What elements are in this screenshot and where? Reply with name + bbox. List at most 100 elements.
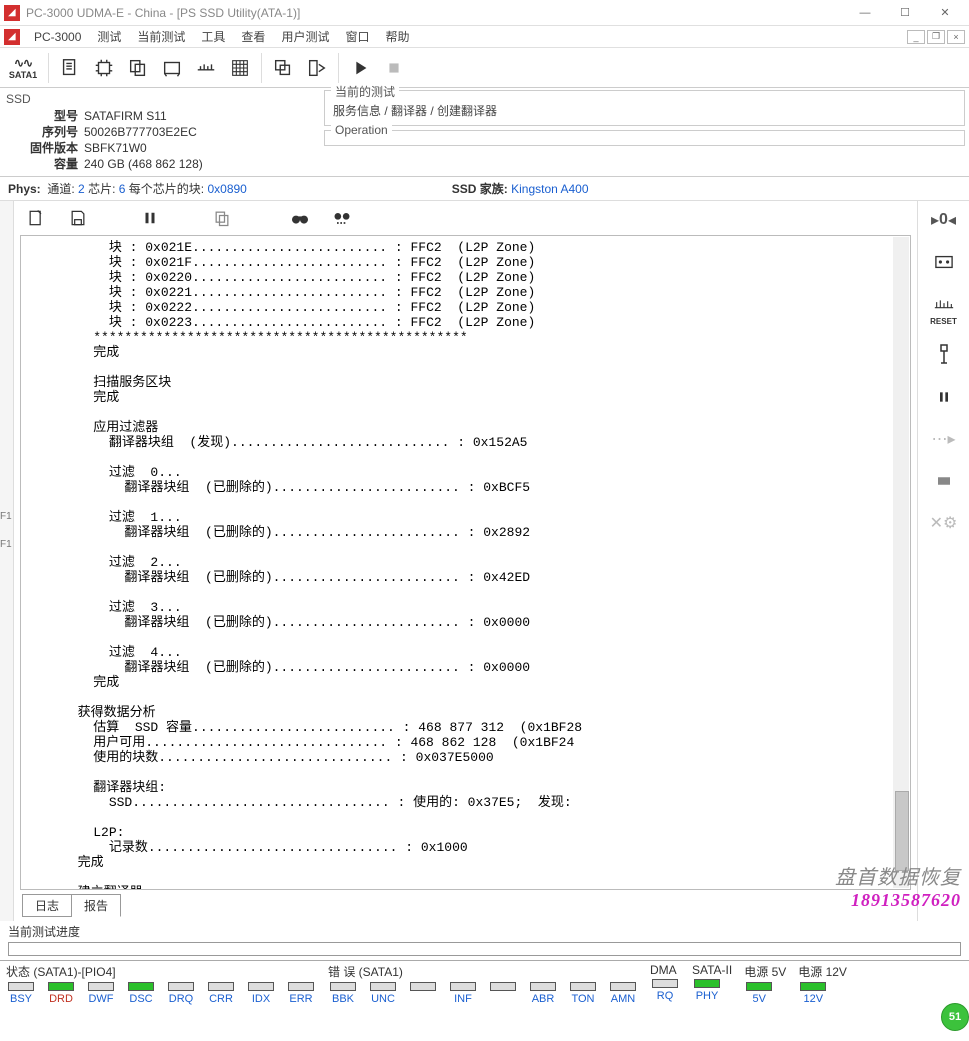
channels-value: 2 <box>78 182 85 196</box>
status-dma-title: DMA <box>650 963 680 977</box>
chip-small-icon[interactable] <box>929 468 959 494</box>
save-icon[interactable] <box>66 206 90 230</box>
status-sata2-title: SATA-II <box>692 963 732 977</box>
status-led-ERR: ERR <box>286 982 316 1005</box>
right-toolbar: ▸0◂ RESET ⋯▸ ✕⚙ <box>917 201 969 921</box>
operation-box: Operation <box>324 130 965 146</box>
tab-log[interactable]: 日志 <box>22 894 72 917</box>
stop-icon[interactable] <box>377 51 411 85</box>
log-toolbar <box>14 201 917 235</box>
serial-label: 序列号 <box>6 124 78 140</box>
progress-section: 当前测试进度 <box>0 921 969 960</box>
blocks-label: 每个芯片的块: <box>129 180 204 197</box>
current-test-breadcrumb: 服务信息 / 翻译器 / 创建翻译器 <box>325 102 964 125</box>
mdi-close-button[interactable]: × <box>947 30 965 44</box>
status-bar: 状态 (SATA1)-[PIO4] BSYDRDDWFDSCDRQCRRIDXE… <box>0 960 969 1005</box>
device-group-title: SSD <box>6 92 314 106</box>
ruler-icon[interactable] <box>189 51 223 85</box>
chip-icon[interactable] <box>87 51 121 85</box>
usb-icon[interactable] <box>929 342 959 368</box>
capacity-label: 容量 <box>6 156 78 172</box>
device-info-left: SSD 型号SATAFIRM S11 序列号50026B777703E2EC 固… <box>0 88 320 176</box>
log-tabs: 日志 报告 <box>14 890 917 921</box>
menu-help[interactable]: 帮助 <box>377 26 417 47</box>
menu-view[interactable]: 查看 <box>233 26 273 47</box>
menu-bar: ◢ PC-3000 测试 当前测试 工具 查看 用户测试 窗口 帮助 _ ❐ × <box>0 26 969 48</box>
sata-port-button[interactable]: ∿∿ SATA1 <box>2 51 44 85</box>
current-test-title: 当前的测试 <box>331 83 399 100</box>
app-icon: ◢ <box>4 5 20 21</box>
menu-current-test[interactable]: 当前测试 <box>129 26 193 47</box>
status-led-BBK: BBK <box>328 982 358 1005</box>
status-group-dma: DMA RQ <box>650 963 680 1005</box>
left-gutter <box>0 201 14 921</box>
chips-value: 6 <box>119 182 126 196</box>
main-toolbar: ∿∿ SATA1 <box>0 48 969 88</box>
module-icon[interactable] <box>155 51 189 85</box>
stack-icon[interactable] <box>266 51 300 85</box>
log-text: 块 : 0x021E......................... : FF… <box>23 240 582 890</box>
status-group-sata2: SATA-II PHY <box>692 963 732 1005</box>
close-button[interactable]: ✕ <box>925 0 965 26</box>
tab-report[interactable]: 报告 <box>72 894 121 917</box>
log-output[interactable]: 块 : 0x021E......................... : FF… <box>20 235 911 890</box>
status-group-5v: 电源 5V 5V <box>744 963 786 1005</box>
power-icon[interactable]: ▸0◂ <box>929 207 959 233</box>
menu-test[interactable]: 测试 <box>89 26 129 47</box>
phys-info-line: Phys: 通道: 2 芯片: 6 每个芯片的块: 0x0890 SSD 家族:… <box>0 177 969 201</box>
current-test-box: 当前的测试 服务信息 / 翻译器 / 创建翻译器 <box>324 90 965 126</box>
operation-title: Operation <box>331 123 392 137</box>
blocks-value: 0x0890 <box>207 182 246 196</box>
menu-app[interactable]: PC-3000 <box>26 28 89 46</box>
chip-tool-icon[interactable] <box>929 249 959 275</box>
copy-log-icon[interactable] <box>210 206 234 230</box>
mdi-minimize-button[interactable]: _ <box>907 30 925 44</box>
maximize-button[interactable]: ☐ <box>885 0 925 26</box>
find-next-icon[interactable] <box>330 206 354 230</box>
fw-label: 固件版本 <box>6 140 78 156</box>
family-label: SSD 家族: <box>452 180 508 197</box>
settings-icon[interactable]: ✕⚙ <box>929 510 959 536</box>
status-led-ABR: ABR <box>528 982 558 1005</box>
new-icon[interactable] <box>24 206 48 230</box>
minimize-button[interactable]: — <box>845 0 885 26</box>
menu-user-test[interactable]: 用户测试 <box>273 26 337 47</box>
chips-label: 芯片: <box>88 180 115 197</box>
family-value: Kingston A400 <box>511 182 588 196</box>
copy-icon[interactable] <box>121 51 155 85</box>
play-tool-icon[interactable]: ⋯▸ <box>929 426 959 452</box>
pause-icon[interactable] <box>138 206 162 230</box>
channels-label: 通道: <box>47 180 74 197</box>
play-icon[interactable] <box>343 51 377 85</box>
status-led-blank <box>408 982 438 1005</box>
document-icon[interactable] <box>53 51 87 85</box>
capacity-value: 240 GB (468 862 128) <box>78 156 203 172</box>
model-label: 型号 <box>6 108 78 124</box>
pause-tool-icon[interactable] <box>929 384 959 410</box>
notification-badge[interactable]: 51 <box>941 1003 969 1031</box>
mdi-restore-button[interactable]: ❐ <box>927 30 945 44</box>
phys-label: Phys: <box>8 182 41 196</box>
progress-label: 当前测试进度 <box>8 923 961 940</box>
log-scroll-thumb[interactable] <box>895 791 909 871</box>
model-value: SATAFIRM S11 <box>78 108 167 124</box>
grid-icon[interactable] <box>223 51 257 85</box>
status-led-blank <box>488 982 518 1005</box>
status-sata-title: 状态 (SATA1)-[PIO4] <box>6 963 316 980</box>
menu-tools[interactable]: 工具 <box>193 26 233 47</box>
binoculars-icon[interactable] <box>288 206 312 230</box>
operation-value <box>325 139 964 145</box>
status-led-IDX: IDX <box>246 982 276 1005</box>
fn-strip: F1F1 <box>0 510 12 552</box>
status-error-title: 错 误 (SATA1) <box>328 963 638 980</box>
reset-icon[interactable] <box>929 291 959 317</box>
serial-value: 50026B777703E2EC <box>78 124 197 140</box>
menu-window[interactable]: 窗口 <box>337 26 377 47</box>
status-group-error: 错 误 (SATA1) BBKUNCINFABRTONAMN <box>328 963 638 1005</box>
progress-bar <box>8 942 961 956</box>
status-led-12V: 12V <box>798 982 828 1005</box>
status-led-BSY: BSY <box>6 982 36 1005</box>
status-led-5V: 5V <box>744 982 774 1005</box>
status-led-DRQ: DRQ <box>166 982 196 1005</box>
exit-icon[interactable] <box>300 51 334 85</box>
